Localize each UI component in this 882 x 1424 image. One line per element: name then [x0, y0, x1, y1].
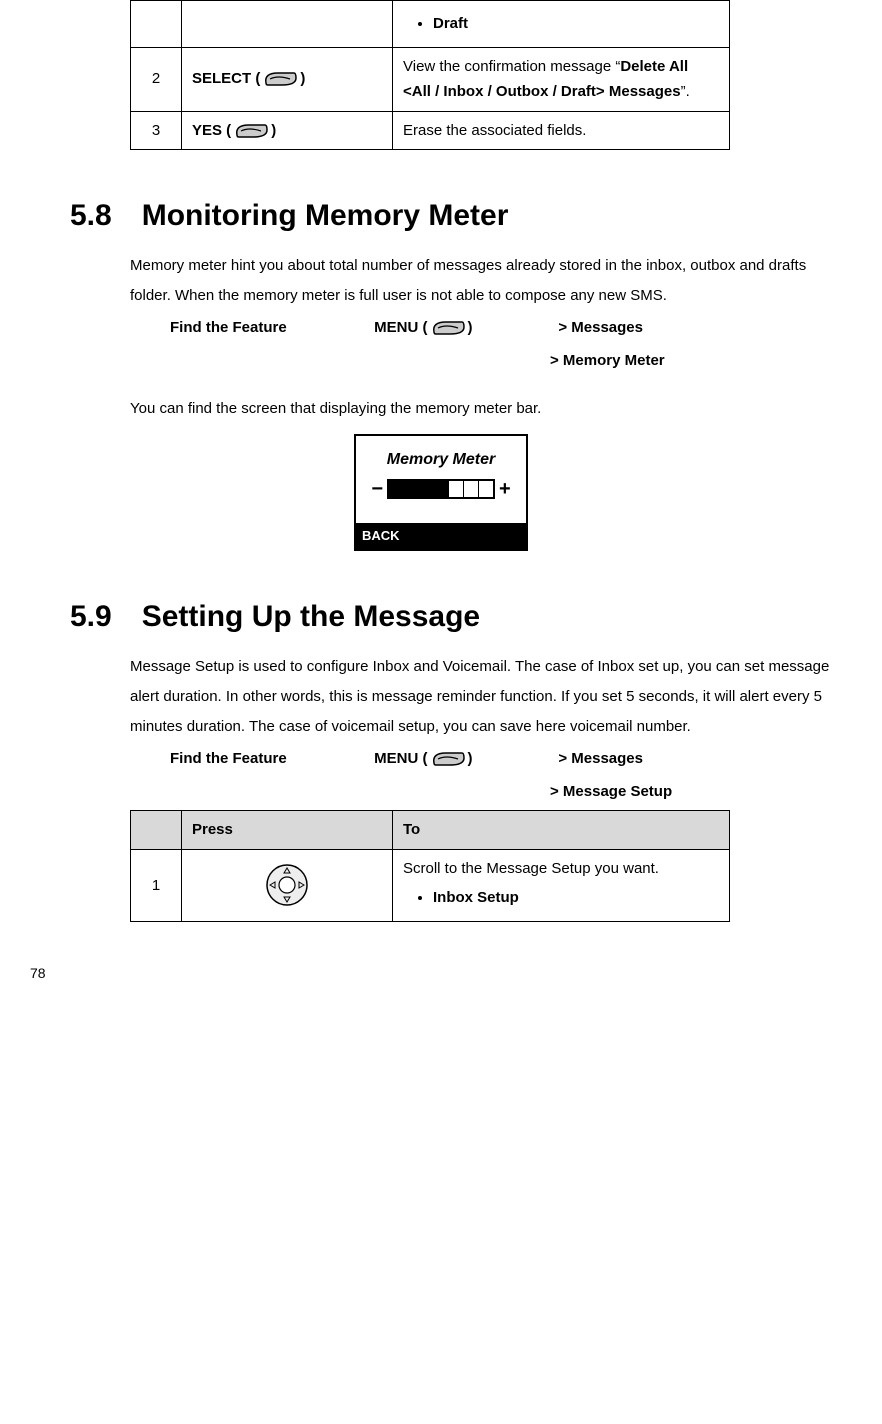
confirm-text-c: ”. — [681, 83, 690, 100]
th-to: To — [393, 811, 730, 850]
plus-icon: + — [499, 479, 511, 499]
path-messages: > Messages — [558, 742, 643, 775]
path-memory-meter: > Memory Meter — [550, 348, 852, 374]
nav-pad-icon — [263, 861, 311, 909]
softkey-icon — [231, 121, 271, 141]
softkey-icon — [260, 69, 300, 89]
bullet-draft: Draft — [433, 11, 719, 37]
para-5-8-after: You can find the screen that displaying … — [130, 394, 832, 424]
meter-bar — [387, 479, 495, 499]
erase-fields-text: Erase the associated fields. — [393, 111, 730, 150]
menu-label: MENU — [374, 319, 418, 336]
step-number: 2 — [131, 47, 182, 111]
path-message-setup: > Message Setup — [550, 779, 852, 805]
press-select-label: SELECT — [192, 70, 251, 87]
table-message-setup: Press To 1 Scroll to the Message Setup y… — [130, 810, 730, 922]
softkey-icon — [428, 318, 468, 338]
heading-5-9: 5.9 Setting Up the Message — [70, 591, 852, 642]
confirm-text-a: View the confirmation message “ — [403, 58, 620, 75]
find-feature-label: Find the Feature — [170, 311, 370, 344]
path-messages: > Messages — [558, 311, 643, 344]
softkey-icon — [428, 749, 468, 769]
para-5-8: Memory meter hint you about total number… — [130, 251, 832, 311]
heading-5-8: 5.8 Monitoring Memory Meter — [70, 190, 852, 241]
step-number: 1 — [131, 849, 182, 921]
bullet-inbox-setup: Inbox Setup — [433, 885, 719, 911]
find-feature-label: Find the Feature — [170, 742, 370, 775]
scroll-text: Scroll to the Message Setup you want. — [403, 860, 659, 877]
menu-label: MENU — [374, 750, 418, 767]
th-press: Press — [182, 811, 393, 850]
para-5-9: Message Setup is used to configure Inbox… — [130, 652, 832, 742]
table-delete-messages: Draft 2 SELECT () View the confirmation … — [130, 0, 730, 150]
screen-title: Memory Meter — [364, 446, 518, 473]
minus-icon: − — [371, 479, 383, 499]
memory-meter-screenshot: Memory Meter − + BACK — [354, 434, 528, 551]
page-number: 78 — [30, 962, 852, 986]
press-yes-label: YES — [192, 122, 222, 139]
screen-back-label: BACK — [356, 523, 526, 549]
step-number: 3 — [131, 111, 182, 150]
